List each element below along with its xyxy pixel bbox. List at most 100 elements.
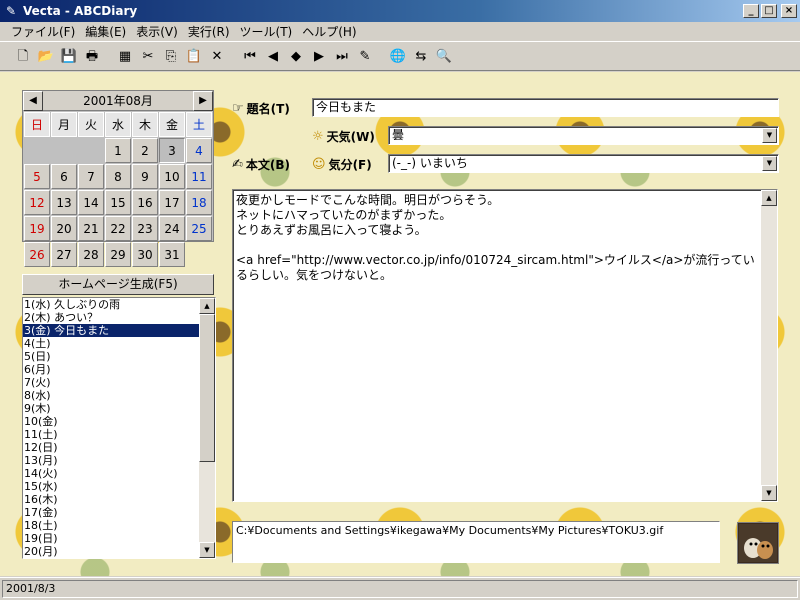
mood-select[interactable]: (-_-) いまいち ▼ <box>388 154 779 173</box>
globe-icon[interactable]: 🌐 <box>387 45 409 67</box>
list-item[interactable]: 6(月) <box>23 363 199 376</box>
scroll-down-icon[interactable]: ▼ <box>761 485 777 501</box>
list-item[interactable]: 10(金) <box>23 415 199 428</box>
calendar-day[interactable]: 28 <box>78 242 104 267</box>
calendar-day[interactable]: 12 <box>24 190 50 215</box>
calendar-day[interactable]: 4 <box>186 138 212 163</box>
minimize-button[interactable]: _ <box>743 4 759 18</box>
list-item[interactable]: 18(土) <box>23 519 199 532</box>
cut-icon[interactable]: ✂ <box>137 45 159 67</box>
calendar-day[interactable]: 1 <box>105 138 131 163</box>
prev-icon[interactable]: ◀ <box>262 45 284 67</box>
list-item[interactable]: 11(土) <box>23 428 199 441</box>
menu-run[interactable]: 実行(R) <box>183 23 235 40</box>
body-scrollbar[interactable]: ▲ ▼ <box>761 190 777 501</box>
calendar-day[interactable]: 29 <box>105 242 131 267</box>
calendar-day[interactable]: 7 <box>78 164 104 189</box>
image-thumbnail[interactable] <box>737 522 779 564</box>
app-icon[interactable]: ✎ <box>3 3 19 19</box>
prev-month-button[interactable]: ◀ <box>23 91 43 111</box>
calendar-day[interactable]: 9 <box>132 164 158 189</box>
scroll-thumb[interactable] <box>199 314 215 462</box>
calendar-day[interactable]: 19 <box>24 216 50 241</box>
calendar-day[interactable]: 8 <box>105 164 131 189</box>
calendar-day[interactable]: 22 <box>105 216 131 241</box>
save-icon[interactable]: 💾 <box>58 45 80 67</box>
calendar-day[interactable]: 13 <box>51 190 77 215</box>
chevron-down-icon[interactable]: ▼ <box>762 156 777 171</box>
list-item[interactable]: 17(金) <box>23 506 199 519</box>
scroll-up-icon[interactable]: ▲ <box>199 298 215 314</box>
calendar-day[interactable]: 18 <box>186 190 212 215</box>
calendar-day[interactable]: 30 <box>132 242 158 267</box>
entry-list[interactable]: 1(水) 久しぶりの雨 2(木) あつい？ 3(金) 今日もまた 4(土) 5(日) 6(… <box>22 297 216 559</box>
calendar-day[interactable]: 3 <box>159 138 185 163</box>
image-path-field[interactable]: C:¥Documents and Settings¥ikegawa¥My Doc… <box>232 521 720 563</box>
calendar-day[interactable]: 10 <box>159 164 185 189</box>
entry-list-scrollbar[interactable]: ▲ ▼ <box>199 298 215 558</box>
calendar-day[interactable]: 2 <box>132 138 158 163</box>
title-input[interactable]: 今日もまた <box>312 98 779 117</box>
list-item[interactable]: 14(火) <box>23 467 199 480</box>
body-textarea[interactable]: 夜更かしモードでこんな時間。明日がつらそう。 ネットにハマっていたのがまずかった… <box>232 189 778 502</box>
new-icon[interactable]: 🗋 <box>12 45 34 67</box>
list-item[interactable]: 5(日) <box>23 350 199 363</box>
calendar-day[interactable]: 16 <box>132 190 158 215</box>
calendar-day[interactable]: 27 <box>51 242 77 267</box>
edit-icon[interactable]: ✎ <box>354 45 376 67</box>
close-button[interactable]: × <box>781 4 797 18</box>
calendar-day[interactable]: 20 <box>51 216 77 241</box>
list-item[interactable]: 19(日) <box>23 532 199 545</box>
list-item[interactable]: 15(水) <box>23 480 199 493</box>
list-item[interactable]: 8(水) <box>23 389 199 402</box>
next-month-button[interactable]: ▶ <box>193 91 213 111</box>
maximize-button[interactable]: □ <box>761 4 777 18</box>
calendar-day[interactable]: 15 <box>105 190 131 215</box>
list-item[interactable]: 3(金) 今日もまた <box>23 324 199 337</box>
next-icon[interactable]: ▶ <box>308 45 330 67</box>
copy-icon[interactable]: ⎘ <box>160 45 182 67</box>
delete-icon[interactable]: ✕ <box>206 45 228 67</box>
calendar-day[interactable]: 11 <box>186 164 212 189</box>
list-item[interactable]: 7(火) <box>23 376 199 389</box>
calendar-day[interactable]: 31 <box>159 242 185 267</box>
scroll-down-icon[interactable]: ▼ <box>199 542 215 558</box>
list-item[interactable]: 9(木) <box>23 402 199 415</box>
menu-tools[interactable]: ツール(T) <box>235 23 298 40</box>
print-icon[interactable]: 🖶 <box>81 45 103 67</box>
calendar-day[interactable]: 6 <box>51 164 77 189</box>
list-item[interactable]: 4(土) <box>23 337 199 350</box>
list-item[interactable]: 13(月) <box>23 454 199 467</box>
calendar-day[interactable]: 21 <box>78 216 104 241</box>
list-item[interactable]: 12(日) <box>23 441 199 454</box>
weather-select[interactable]: 曇 ▼ <box>388 126 779 145</box>
first-icon[interactable]: ⏮ <box>239 45 261 67</box>
menu-file[interactable]: ファイル(F) <box>6 23 80 40</box>
generate-homepage-button[interactable]: ホームページ生成(F5) <box>22 274 214 295</box>
calendar-day[interactable]: 23 <box>132 216 158 241</box>
list-item[interactable]: 2(木) あつい？ <box>23 311 199 324</box>
calendar-day[interactable]: 5 <box>24 164 50 189</box>
body-content[interactable]: 夜更かしモードでこんな時間。明日がつらそう。 ネットにハマっていたのがまずかった… <box>236 193 760 283</box>
calendar-day[interactable]: 26 <box>24 242 50 267</box>
calendar-day[interactable]: 17 <box>159 190 185 215</box>
scroll-up-icon[interactable]: ▲ <box>761 190 777 206</box>
menu-edit[interactable]: 編集(E) <box>80 23 131 40</box>
open-icon[interactable]: 📂 <box>35 45 57 67</box>
chevron-down-icon[interactable]: ▼ <box>762 128 777 143</box>
calendar-day[interactable]: 14 <box>78 190 104 215</box>
calendar-day[interactable]: 24 <box>159 216 185 241</box>
menu-view[interactable]: 表示(V) <box>131 23 183 40</box>
list-item[interactable]: 1(水) 久しぶりの雨 <box>23 298 199 311</box>
title-bar[interactable]: ✎ Vecta - ABCDiary _ □ × <box>0 0 800 22</box>
link-icon[interactable]: ⇆ <box>410 45 432 67</box>
today-icon[interactable]: ◆ <box>285 45 307 67</box>
list-item[interactable]: 20(月) <box>23 545 199 558</box>
list-item[interactable]: 16(木) <box>23 493 199 506</box>
menu-help[interactable]: ヘルプ(H) <box>297 23 361 40</box>
paste-icon[interactable]: 📋 <box>183 45 205 67</box>
calendar-day[interactable]: 25 <box>186 216 212 241</box>
last-icon[interactable]: ⏭ <box>331 45 353 67</box>
find-icon[interactable]: 🔍 <box>433 45 455 67</box>
image-icon[interactable]: ▦ <box>114 45 136 67</box>
